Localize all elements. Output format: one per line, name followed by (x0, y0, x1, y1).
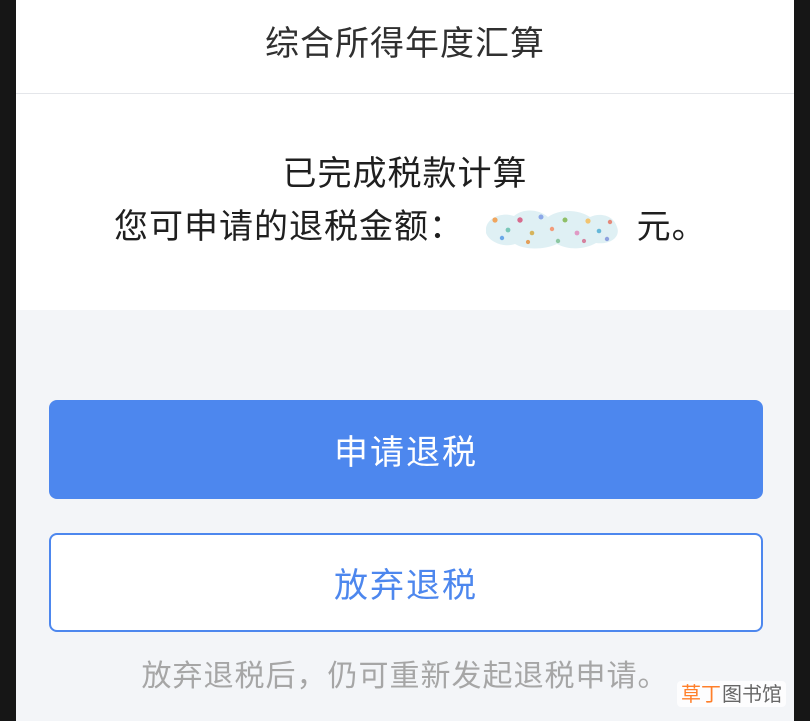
page-header: 综合所得年度汇算 (16, 0, 794, 94)
abandon-refund-button[interactable]: 放弃退税 (49, 533, 763, 632)
apply-refund-label: 申请退税 (334, 433, 478, 473)
refund-amount-line: 您可申请的退税金额： 元。 (114, 202, 707, 249)
watermark-site-text: 图书馆 (722, 682, 782, 706)
calculation-status: 已完成税款计算 (282, 154, 528, 194)
apply-refund-button[interactable]: 申请退税 (49, 400, 763, 499)
refund-currency: 元。 (636, 207, 707, 247)
refund-label: 您可申请的退税金额： (114, 207, 464, 247)
watermark-accent-text: 草丁 (681, 682, 721, 706)
abandon-refund-label: 放弃退税 (334, 566, 478, 606)
tax-refund-screen: 综合所得年度汇算 已完成税款计算 您可申请的退税金额： 元。 申请退税 放弃退税… (16, 0, 794, 721)
page-title: 综合所得年度汇算 (265, 24, 545, 64)
result-panel: 已完成税款计算 您可申请的退税金额： 元。 (16, 94, 794, 310)
refund-amount-mask (485, 210, 618, 249)
watermark: 草丁 图书馆 (677, 681, 786, 707)
